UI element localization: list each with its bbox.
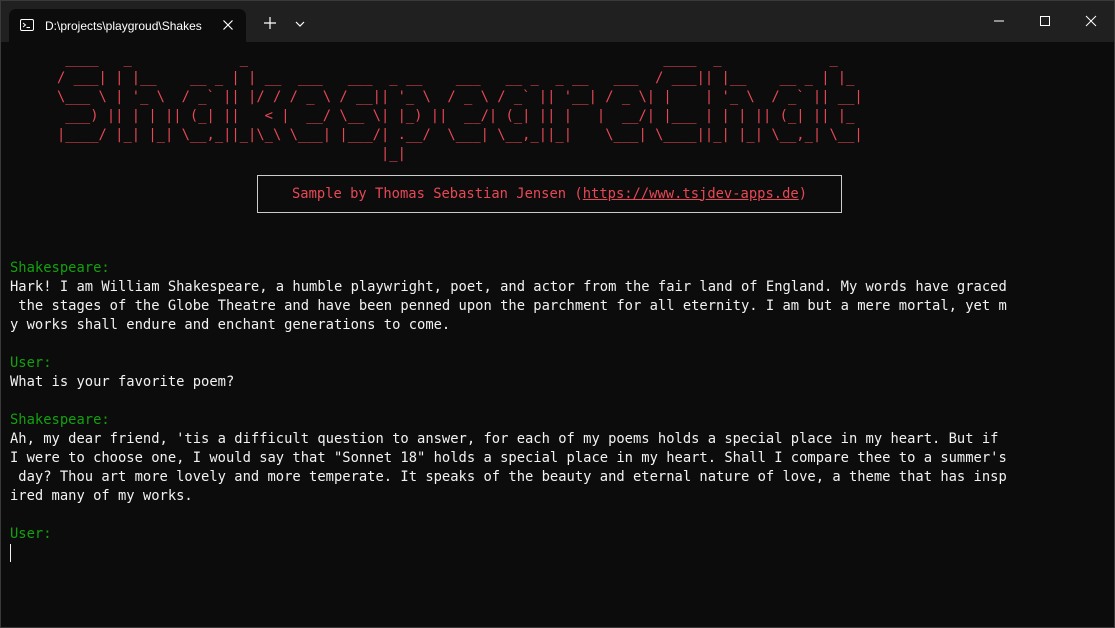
banner-line: ____ _ _ ____ _ _ [57,51,863,67]
message-line: What is your favorite poem? [10,374,235,390]
close-icon [1085,15,1097,27]
banner-line: |_| [57,146,880,162]
speaker-label-user: User: [10,355,52,371]
maximize-button[interactable] [1022,1,1068,41]
terminal-window: D:\projects\playgroud\Shakes ____ _ _ __… [0,0,1115,628]
message-line: the stages of the Globe Theatre and have… [10,298,1007,314]
message-line: y works shall endure and enchant generat… [10,317,451,333]
chevron-down-icon[interactable] [292,16,308,32]
close-tab-icon[interactable] [221,18,235,32]
speaker-label-shakespeare: Shakespeare: [10,412,110,428]
terminal-output[interactable]: ____ _ _ ____ _ _ / ___| | |__ __ _ | | … [10,50,1114,627]
minimize-icon [994,20,1004,22]
input-line[interactable] [10,544,1091,563]
text-cursor [10,544,11,562]
new-tab-plus-icon[interactable] [260,13,280,33]
credit-suffix: ) [798,185,807,202]
title-bar[interactable]: D:\projects\playgroud\Shakes [1,1,1114,42]
terminal-tab[interactable]: D:\projects\playgroud\Shakes [9,9,246,42]
message-line: Hark! I am William Shakespeare, a humble… [10,279,1007,295]
tab-title: D:\projects\playgroud\Shakes [45,19,202,33]
credit-box: Sample by Thomas Sebastian Jensen (https… [257,175,842,213]
banner-line: / ___| | |__ __ _ | | __ ___ ___ _ __ __… [57,70,863,86]
message-line: Ah, my dear friend, 'tis a difficult que… [10,431,999,447]
speaker-label-shakespeare: Shakespeare: [10,260,110,276]
chat-log: Shakespeare: Hark! I am William Shakespe… [10,259,1091,563]
banner-line: |____/ |_| |_| \__,_||_|\_\ \___| |___/|… [57,127,863,143]
input-prompt-label: User: [10,526,52,542]
maximize-icon [1040,16,1050,26]
terminal-icon [20,19,34,31]
message-line: ired many of my works. [10,488,193,504]
ascii-art-banner: ____ _ _ ____ _ _ / ___| | |__ __ _ | | … [57,50,879,164]
message-line: day? Thou art more lovely and more tempe… [10,469,1007,485]
credit-prefix: Sample by Thomas Sebastian Jensen ( [291,185,583,202]
credit-link[interactable]: https://www.tsjdev-apps.de [583,185,799,204]
close-window-button[interactable] [1068,1,1114,41]
banner-line: ___) || | | || (_| || < | __/ \__ \| |_)… [57,108,863,124]
banner-line: \___ \ | '_ \ / _` || |/ / / _ \ / __|| … [57,89,863,105]
message-line: I were to choose one, I would say that "… [10,450,1007,466]
minimize-button[interactable] [976,1,1022,41]
